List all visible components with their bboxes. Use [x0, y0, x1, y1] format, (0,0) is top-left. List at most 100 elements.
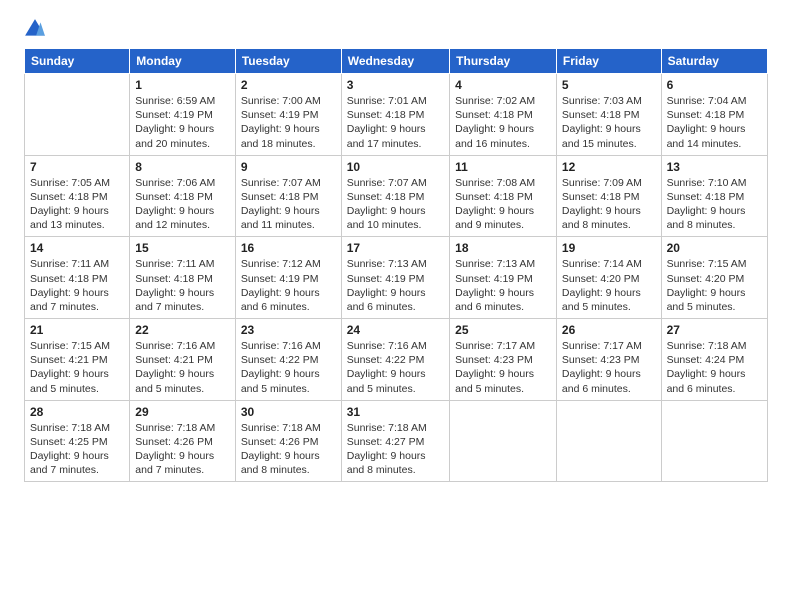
- day-number: 17: [347, 241, 444, 255]
- week-row-4: 21 Sunrise: 7:15 AMSunset: 4:21 PMDayligh…: [25, 319, 768, 401]
- cell-info: Sunrise: 6:59 AMSunset: 4:19 PMDaylight:…: [135, 94, 230, 151]
- calendar-cell: 31 Sunrise: 7:18 AMSunset: 4:27 PMDayligh…: [341, 400, 449, 482]
- calendar-cell: 9 Sunrise: 7:07 AMSunset: 4:18 PMDaylight…: [235, 155, 341, 237]
- week-row-1: 1 Sunrise: 6:59 AMSunset: 4:19 PMDaylight…: [25, 74, 768, 156]
- day-number: 26: [562, 323, 656, 337]
- day-number: 29: [135, 405, 230, 419]
- day-header-wednesday: Wednesday: [341, 49, 449, 74]
- day-number: 8: [135, 160, 230, 174]
- calendar-cell: 6 Sunrise: 7:04 AMSunset: 4:18 PMDaylight…: [661, 74, 767, 156]
- header-row: SundayMondayTuesdayWednesdayThursdayFrid…: [25, 49, 768, 74]
- calendar-cell: 21 Sunrise: 7:15 AMSunset: 4:21 PMDayligh…: [25, 319, 130, 401]
- cell-info: Sunrise: 7:00 AMSunset: 4:19 PMDaylight:…: [241, 94, 336, 151]
- day-number: 30: [241, 405, 336, 419]
- day-number: 20: [667, 241, 762, 255]
- day-number: 1: [135, 78, 230, 92]
- day-number: 31: [347, 405, 444, 419]
- cell-info: Sunrise: 7:13 AMSunset: 4:19 PMDaylight:…: [455, 257, 551, 314]
- calendar-cell: 22 Sunrise: 7:16 AMSunset: 4:21 PMDayligh…: [130, 319, 236, 401]
- cell-info: Sunrise: 7:03 AMSunset: 4:18 PMDaylight:…: [562, 94, 656, 151]
- cell-info: Sunrise: 7:11 AMSunset: 4:18 PMDaylight:…: [135, 257, 230, 314]
- day-number: 7: [30, 160, 124, 174]
- day-number: 27: [667, 323, 762, 337]
- cell-info: Sunrise: 7:16 AMSunset: 4:22 PMDaylight:…: [347, 339, 444, 396]
- calendar-cell: 2Sunrise: 7:00 AMSunset: 4:19 PMDaylight…: [235, 74, 341, 156]
- cell-info: Sunrise: 7:15 AMSunset: 4:21 PMDaylight:…: [30, 339, 124, 396]
- calendar-cell: 23 Sunrise: 7:16 AMSunset: 4:22 PMDayligh…: [235, 319, 341, 401]
- logo-icon: [24, 18, 46, 40]
- cell-info: Sunrise: 7:08 AMSunset: 4:18 PMDaylight:…: [455, 176, 551, 233]
- calendar-cell: 15 Sunrise: 7:11 AMSunset: 4:18 PMDayligh…: [130, 237, 236, 319]
- day-number: 12: [562, 160, 656, 174]
- cell-info: Sunrise: 7:06 AMSunset: 4:18 PMDaylight:…: [135, 176, 230, 233]
- day-header-saturday: Saturday: [661, 49, 767, 74]
- week-row-2: 7 Sunrise: 7:05 AMSunset: 4:18 PMDaylight…: [25, 155, 768, 237]
- day-header-monday: Monday: [130, 49, 236, 74]
- calendar-cell: 4Sunrise: 7:02 AMSunset: 4:18 PMDaylight…: [450, 74, 557, 156]
- cell-info: Sunrise: 7:04 AMSunset: 4:18 PMDaylight:…: [667, 94, 762, 151]
- cell-info: Sunrise: 7:14 AMSunset: 4:20 PMDaylight:…: [562, 257, 656, 314]
- cell-info: Sunrise: 7:17 AMSunset: 4:23 PMDaylight:…: [562, 339, 656, 396]
- cell-info: Sunrise: 7:16 AMSunset: 4:21 PMDaylight:…: [135, 339, 230, 396]
- day-header-friday: Friday: [556, 49, 661, 74]
- day-number: 18: [455, 241, 551, 255]
- day-number: 19: [562, 241, 656, 255]
- day-number: 14: [30, 241, 124, 255]
- calendar-cell: 12Sunrise: 7:09 AMSunset: 4:18 PMDayligh…: [556, 155, 661, 237]
- day-number: 24: [347, 323, 444, 337]
- calendar-cell: 20Sunrise: 7:15 AMSunset: 4:20 PMDayligh…: [661, 237, 767, 319]
- cell-info: Sunrise: 7:13 AMSunset: 4:19 PMDaylight:…: [347, 257, 444, 314]
- day-number: 16: [241, 241, 336, 255]
- cell-info: Sunrise: 7:07 AMSunset: 4:18 PMDaylight:…: [241, 176, 336, 233]
- calendar-cell: 5Sunrise: 7:03 AMSunset: 4:18 PMDaylight…: [556, 74, 661, 156]
- day-number: 21: [30, 323, 124, 337]
- cell-info: Sunrise: 7:17 AMSunset: 4:23 PMDaylight:…: [455, 339, 551, 396]
- calendar-cell: 8 Sunrise: 7:06 AMSunset: 4:18 PMDaylight…: [130, 155, 236, 237]
- cell-info: Sunrise: 7:18 AMSunset: 4:26 PMDaylight:…: [241, 421, 336, 478]
- calendar-cell: 17 Sunrise: 7:13 AMSunset: 4:19 PMDayligh…: [341, 237, 449, 319]
- day-header-tuesday: Tuesday: [235, 49, 341, 74]
- calendar-cell: 10 Sunrise: 7:07 AMSunset: 4:18 PMDayligh…: [341, 155, 449, 237]
- cell-info: Sunrise: 7:05 AMSunset: 4:18 PMDaylight:…: [30, 176, 124, 233]
- calendar-cell: 7 Sunrise: 7:05 AMSunset: 4:18 PMDaylight…: [25, 155, 130, 237]
- day-number: 11: [455, 160, 551, 174]
- calendar-cell: 27 Sunrise: 7:18 AMSunset: 4:24 PMDayligh…: [661, 319, 767, 401]
- day-header-thursday: Thursday: [450, 49, 557, 74]
- cell-info: Sunrise: 7:16 AMSunset: 4:22 PMDaylight:…: [241, 339, 336, 396]
- calendar-cell: 13Sunrise: 7:10 AMSunset: 4:18 PMDayligh…: [661, 155, 767, 237]
- day-number: 22: [135, 323, 230, 337]
- calendar-cell: 16 Sunrise: 7:12 AMSunset: 4:19 PMDayligh…: [235, 237, 341, 319]
- week-row-5: 28 Sunrise: 7:18 AMSunset: 4:25 PMDayligh…: [25, 400, 768, 482]
- calendar-cell: 14 Sunrise: 7:11 AMSunset: 4:18 PMDayligh…: [25, 237, 130, 319]
- cell-info: Sunrise: 7:12 AMSunset: 4:19 PMDaylight:…: [241, 257, 336, 314]
- cell-info: Sunrise: 7:11 AMSunset: 4:18 PMDaylight:…: [30, 257, 124, 314]
- day-number: 25: [455, 323, 551, 337]
- page: SundayMondayTuesdayWednesdayThursdayFrid…: [0, 0, 792, 492]
- cell-info: Sunrise: 7:01 AMSunset: 4:18 PMDaylight:…: [347, 94, 444, 151]
- cell-info: Sunrise: 7:10 AMSunset: 4:18 PMDaylight:…: [667, 176, 762, 233]
- calendar-cell: 19 Sunrise: 7:14 AMSunset: 4:20 PMDayligh…: [556, 237, 661, 319]
- cell-info: Sunrise: 7:18 AMSunset: 4:27 PMDaylight:…: [347, 421, 444, 478]
- cell-info: Sunrise: 7:18 AMSunset: 4:25 PMDaylight:…: [30, 421, 124, 478]
- day-number: 23: [241, 323, 336, 337]
- calendar-cell: 29Sunrise: 7:18 AMSunset: 4:26 PMDayligh…: [130, 400, 236, 482]
- day-number: 28: [30, 405, 124, 419]
- week-row-3: 14 Sunrise: 7:11 AMSunset: 4:18 PMDayligh…: [25, 237, 768, 319]
- calendar-cell: 3 Sunrise: 7:01 AMSunset: 4:18 PMDaylight…: [341, 74, 449, 156]
- calendar-cell: [556, 400, 661, 482]
- calendar-cell: 18 Sunrise: 7:13 AMSunset: 4:19 PMDayligh…: [450, 237, 557, 319]
- logo: [24, 18, 48, 40]
- day-number: 9: [241, 160, 336, 174]
- calendar-cell: 25 Sunrise: 7:17 AMSunset: 4:23 PMDayligh…: [450, 319, 557, 401]
- day-header-sunday: Sunday: [25, 49, 130, 74]
- day-number: 3: [347, 78, 444, 92]
- day-number: 6: [667, 78, 762, 92]
- calendar-cell: 24 Sunrise: 7:16 AMSunset: 4:22 PMDayligh…: [341, 319, 449, 401]
- day-number: 10: [347, 160, 444, 174]
- day-number: 15: [135, 241, 230, 255]
- cell-info: Sunrise: 7:18 AMSunset: 4:24 PMDaylight:…: [667, 339, 762, 396]
- cell-info: Sunrise: 7:07 AMSunset: 4:18 PMDaylight:…: [347, 176, 444, 233]
- calendar-cell: [450, 400, 557, 482]
- calendar-cell: [25, 74, 130, 156]
- header: [24, 18, 768, 40]
